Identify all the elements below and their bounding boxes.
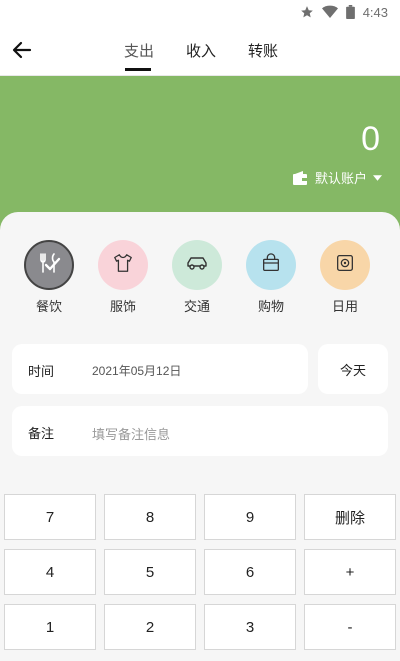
account-name: 默认账户: [314, 172, 367, 187]
back-button[interactable]: [10, 38, 34, 62]
time-value: 2021年05月12日: [92, 364, 182, 378]
key-8[interactable]: 8: [104, 494, 196, 540]
category-label: 日用: [331, 300, 358, 315]
category-clothing[interactable]: 服饰: [98, 240, 150, 315]
wifi-icon: [321, 5, 338, 19]
tab-expense[interactable]: 支出: [124, 40, 154, 61]
category-shopping-circle: [246, 240, 296, 290]
category-transport[interactable]: 交通: [172, 240, 224, 315]
note-label: 备注: [28, 427, 55, 442]
car-icon: [185, 252, 209, 278]
category-dining[interactable]: 餐饮: [24, 240, 76, 315]
star-icon: [300, 5, 314, 19]
plus-key[interactable]: +: [304, 549, 396, 595]
arrow-left-icon: [10, 41, 34, 66]
tab-income[interactable]: 收入: [186, 40, 216, 61]
time-label: 时间: [28, 365, 55, 380]
caret-down-icon: [373, 174, 382, 181]
active-tab-indicator: [125, 68, 151, 71]
key-9[interactable]: 9: [204, 494, 296, 540]
status-icons: 4:43: [300, 3, 388, 21]
note-input[interactable]: 填写备注信息: [92, 424, 170, 443]
key-1[interactable]: 1: [4, 604, 96, 650]
category-daily[interactable]: 日用: [320, 240, 372, 315]
account-selector[interactable]: 默认账户: [292, 168, 382, 187]
shirt-icon: [112, 252, 134, 278]
category-daily-circle: [320, 240, 370, 290]
shopping-bag-icon: [260, 252, 282, 278]
category-list: 餐饮 服饰 交通 购物 日用: [0, 240, 400, 320]
battery-icon: [345, 5, 355, 19]
key-6[interactable]: 6: [204, 549, 296, 595]
note-field[interactable]: 备注 填写备注信息: [12, 406, 388, 456]
fork-knife-icon: [37, 251, 61, 279]
minus-key[interactable]: -: [304, 604, 396, 650]
entry-panel: 餐饮 服饰 交通 购物 日用 时间 2021年05月12日 今天 备注 填写备注…: [0, 212, 400, 661]
category-label: 购物: [257, 300, 284, 315]
top-bar: 支出 收入 转账: [0, 24, 400, 76]
key-5[interactable]: 5: [104, 549, 196, 595]
category-clothing-circle: [98, 240, 148, 290]
category-transport-circle: [172, 240, 222, 290]
status-time: 4:43: [362, 4, 388, 20]
key-4[interactable]: 4: [4, 549, 96, 595]
today-button[interactable]: 今天: [318, 344, 388, 394]
wallet-icon: [292, 170, 309, 185]
category-shopping[interactable]: 购物: [246, 240, 298, 315]
key-2[interactable]: 2: [104, 604, 196, 650]
category-label: 服饰: [109, 300, 136, 315]
delete-key[interactable]: 删除: [304, 494, 396, 540]
amount-display: 0: [361, 120, 380, 158]
category-dining-circle: [24, 240, 74, 290]
time-field[interactable]: 时间 2021年05月12日: [12, 344, 308, 394]
category-label: 交通: [183, 300, 210, 315]
key-3[interactable]: 3: [204, 604, 296, 650]
key-7[interactable]: 7: [4, 494, 96, 540]
tab-transfer[interactable]: 转账: [248, 40, 278, 61]
toilet-paper-icon: [334, 252, 356, 278]
category-label: 餐饮: [35, 300, 62, 315]
status-bar: 4:43: [0, 0, 400, 24]
